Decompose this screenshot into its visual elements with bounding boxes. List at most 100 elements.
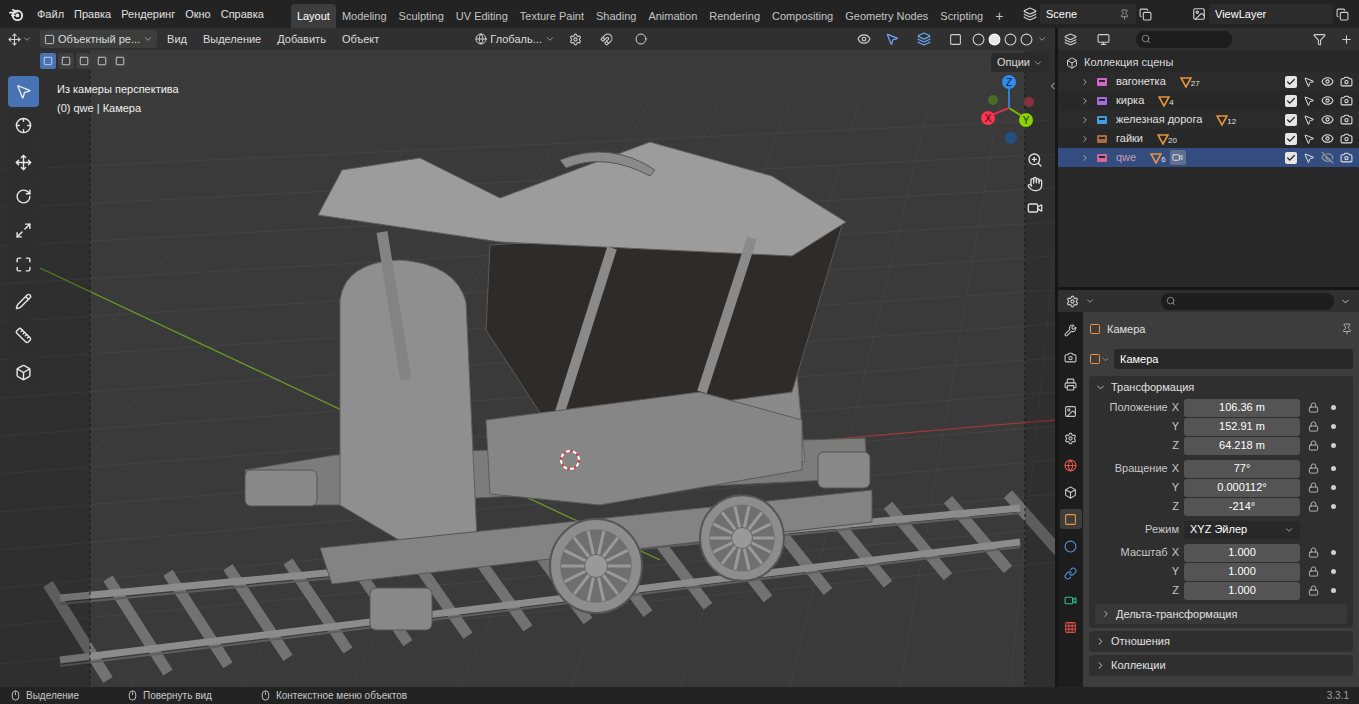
- tool-button[interactable]: [8, 110, 39, 141]
- subpanel-header[interactable]: Дельта-трансформация: [1095, 604, 1347, 624]
- menu-item[interactable]: Справка: [216, 4, 269, 25]
- proportional-edit-icon[interactable]: [635, 33, 647, 45]
- workspace-tab[interactable]: Compositing: [766, 4, 839, 28]
- panel-header[interactable]: Отношения: [1089, 631, 1353, 652]
- number-field[interactable]: 1.000: [1184, 563, 1300, 581]
- workspace-tab[interactable]: Shading: [590, 4, 642, 28]
- xray-icon[interactable]: [949, 33, 962, 46]
- pin-icon[interactable]: [1119, 9, 1130, 20]
- new-collection-icon[interactable]: [1340, 33, 1353, 46]
- number-field[interactable]: 77°: [1184, 460, 1300, 478]
- viewport-menu[interactable]: Выделение: [197, 31, 267, 48]
- mesh-badge[interactable]: 6: [1150, 152, 1165, 164]
- material-shading-icon[interactable]: [1004, 33, 1017, 46]
- workspace-tab[interactable]: UV Editing: [450, 4, 514, 28]
- lock-icon[interactable]: [1308, 463, 1319, 474]
- tool-button[interactable]: [8, 286, 39, 317]
- editor-type-button[interactable]: [8, 33, 32, 46]
- workspace-tab[interactable]: Texture Paint: [514, 4, 590, 28]
- snap-icon[interactable]: [600, 33, 613, 46]
- select-mode-button[interactable]: [94, 53, 110, 69]
- camera-view-icon[interactable]: [1027, 200, 1043, 216]
- workspace-tab[interactable]: Rendering: [703, 4, 766, 28]
- filter-icon[interactable]: [1313, 33, 1326, 46]
- 3d-cursor-icon[interactable]: [561, 451, 579, 469]
- panel-header[interactable]: Трансформация: [1089, 376, 1353, 398]
- keyframe-dot[interactable]: [1331, 504, 1336, 509]
- orientation-dropdown[interactable]: Глобаль...: [471, 30, 558, 48]
- number-field[interactable]: 0.000112°: [1184, 479, 1300, 497]
- tool-button[interactable]: [8, 181, 39, 212]
- mine-cart[interactable]: [245, 142, 872, 630]
- render-icon[interactable]: [1340, 132, 1353, 145]
- new-scene-icon[interactable]: [1139, 8, 1152, 21]
- include-checkbox[interactable]: [1285, 133, 1297, 145]
- render-icon[interactable]: [1340, 75, 1353, 88]
- display-mode-icon[interactable]: [1097, 33, 1110, 46]
- expand-icon[interactable]: [1080, 96, 1090, 106]
- collapse-sidebar-icon[interactable]: [1047, 80, 1055, 92]
- include-checkbox[interactable]: [1285, 114, 1297, 126]
- zoom-icon[interactable]: [1027, 152, 1043, 168]
- gizmo-toggle-icon[interactable]: [885, 32, 899, 46]
- keyframe-dot[interactable]: [1331, 466, 1336, 471]
- menu-item[interactable]: Правка: [69, 4, 116, 25]
- expand-icon[interactable]: [1080, 115, 1090, 125]
- new-view-layer-icon[interactable]: [1336, 8, 1349, 21]
- mesh-badge[interactable]: 20: [1157, 133, 1177, 145]
- panel-header[interactable]: Коллекции: [1089, 655, 1353, 676]
- blender-logo-icon[interactable]: [9, 7, 24, 22]
- number-field[interactable]: 1.000: [1184, 582, 1300, 600]
- selectable-icon[interactable]: [1303, 114, 1315, 126]
- eye-icon[interactable]: [1321, 113, 1334, 126]
- mesh-badge[interactable]: 12: [1216, 114, 1236, 126]
- keyframe-dot[interactable]: [1331, 588, 1336, 593]
- outliner-row[interactable]: qwe6: [1058, 148, 1359, 167]
- selectable-icon[interactable]: [1303, 133, 1315, 145]
- properties-tab[interactable]: [1060, 401, 1082, 421]
- select-mode-button[interactable]: [58, 53, 74, 69]
- properties-tab[interactable]: [1060, 536, 1082, 556]
- workspace-tab[interactable]: Layout: [291, 4, 336, 28]
- editor-type-icon[interactable]: [1066, 295, 1079, 308]
- render-icon[interactable]: [1340, 94, 1353, 107]
- keyframe-dot[interactable]: [1331, 550, 1336, 555]
- outliner-search[interactable]: [1136, 31, 1232, 48]
- view-layer-selector[interactable]: ViewLayer: [1192, 4, 1349, 24]
- selectable-icon[interactable]: [1303, 152, 1315, 164]
- expand-icon[interactable]: [1080, 77, 1090, 87]
- viewport-menu[interactable]: Объект: [336, 31, 385, 48]
- outliner-row[interactable]: вагонетка27: [1058, 72, 1359, 91]
- selectable-icon[interactable]: [1303, 76, 1315, 88]
- properties-tab[interactable]: [1060, 482, 1082, 502]
- lock-icon[interactable]: [1308, 585, 1319, 596]
- lock-icon[interactable]: [1308, 402, 1319, 413]
- add-workspace-button[interactable]: +: [989, 6, 1009, 27]
- workspace-tab[interactable]: Animation: [642, 4, 703, 28]
- properties-tab[interactable]: [1060, 563, 1082, 583]
- properties-tab[interactable]: [1060, 509, 1082, 529]
- tool-button[interactable]: [8, 215, 39, 246]
- eye-closed-icon[interactable]: [1321, 151, 1334, 164]
- render-icon[interactable]: [1340, 113, 1353, 126]
- viewport-menu[interactable]: Добавить: [271, 31, 332, 48]
- wireframe-shading-icon[interactable]: [972, 33, 985, 46]
- editor-type-icon[interactable]: [1064, 33, 1077, 46]
- include-checkbox[interactable]: [1285, 76, 1297, 88]
- keyframe-dot[interactable]: [1331, 569, 1336, 574]
- keyframe-dot[interactable]: [1331, 443, 1336, 448]
- workspace-tab[interactable]: Scripting: [934, 4, 989, 28]
- select-mode-button[interactable]: [112, 53, 128, 69]
- shading-modes[interactable]: [972, 33, 1033, 46]
- expand-icon[interactable]: [1080, 153, 1090, 163]
- number-field[interactable]: 1.000: [1184, 544, 1300, 562]
- expand-icon[interactable]: [1080, 134, 1090, 144]
- scene-canvas[interactable]: [0, 28, 1055, 687]
- menu-item[interactable]: Файл: [32, 4, 69, 25]
- tool-button[interactable]: [8, 76, 39, 107]
- mode-dropdown[interactable]: Объектный ре...: [40, 30, 157, 48]
- outliner-row[interactable]: кирка4: [1058, 91, 1359, 110]
- properties-tab[interactable]: [1060, 428, 1082, 448]
- pin-icon[interactable]: [1341, 323, 1353, 335]
- lock-icon[interactable]: [1308, 421, 1319, 432]
